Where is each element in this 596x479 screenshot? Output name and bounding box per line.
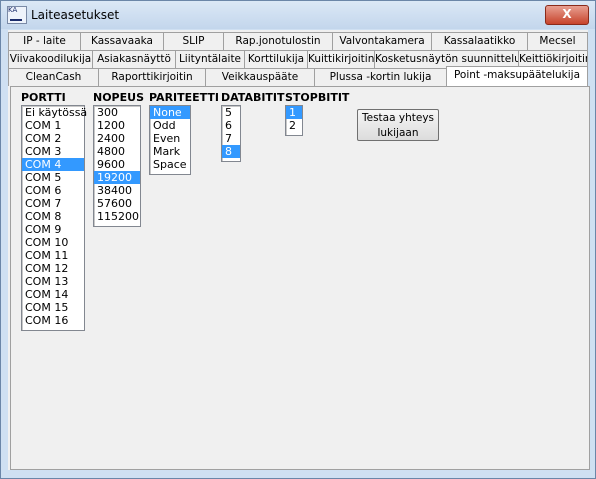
tab-asiakasnaytto[interactable]: Asiakasnäyttö	[92, 50, 176, 68]
list-item[interactable]: COM 5	[22, 171, 84, 184]
list-item[interactable]: 6	[222, 119, 240, 132]
databitit-listbox[interactable]: 5678	[221, 105, 241, 162]
portti-listbox[interactable]: Ei käytössä COM 1 COM 2 COM 3 COM 4 COM 5 COM …	[21, 105, 87, 331]
list-item[interactable]: 1200	[94, 119, 140, 132]
list-item[interactable]: COM 13	[22, 275, 84, 288]
title-bar[interactable]: KA Laiteasetukset X	[1, 1, 595, 29]
tab-slip[interactable]: SLIP	[163, 32, 224, 50]
list-item[interactable]: Odd	[150, 119, 190, 132]
list-item[interactable]: 2400	[94, 132, 140, 145]
list-item[interactable]: Mark	[150, 145, 190, 158]
app-icon: KA	[7, 6, 27, 24]
list-item[interactable]: None	[150, 106, 190, 119]
window-title: Laiteasetukset	[31, 8, 120, 22]
list-item[interactable]: COM 6	[22, 184, 84, 197]
tab-valvontakamera[interactable]: Valvontakamera	[332, 32, 432, 50]
list-item[interactable]: 38400	[94, 184, 140, 197]
pariteetti-listbox[interactable]: None Odd Even Mark Space	[149, 105, 191, 175]
tab-veikkauspaate[interactable]: Veikkauspääte	[205, 68, 315, 86]
list-item[interactable]: 57600	[94, 197, 140, 210]
settings-window: KA Laiteasetukset X IP - laite Kassavaak…	[0, 0, 596, 479]
stopbitit-listbox[interactable]: 12	[285, 105, 303, 136]
test-button-line2: lukijaan	[377, 127, 419, 139]
tab-plussa-kortin-lukija[interactable]: Plussa -kortin lukija	[314, 68, 447, 86]
list-item[interactable]: 8	[222, 145, 240, 158]
list-item[interactable]: COM 12	[22, 262, 84, 275]
list-item[interactable]: COM 15	[22, 301, 84, 314]
app-icon-text: KA	[8, 6, 18, 14]
tab-ip-laite[interactable]: IP - laite	[8, 32, 81, 50]
tab-kuittikirjoitin[interactable]: Kuittikirjoitin	[307, 50, 375, 68]
list-item[interactable]: COM 16	[22, 314, 84, 327]
list-item[interactable]: 19200	[94, 171, 140, 184]
tab-cleancash[interactable]: CleanCash	[8, 68, 99, 86]
client-area: IP - laite Kassavaaka SLIP Rap.jonotulos…	[8, 30, 590, 470]
databitit-title: DATABITIT	[221, 91, 285, 104]
test-button-line1: Testaa yhteys	[361, 112, 434, 124]
list-item[interactable]: COM 2	[22, 132, 84, 145]
close-button[interactable]: X	[545, 5, 589, 25]
list-item[interactable]: COM 7	[22, 197, 84, 210]
list-item[interactable]: 4800	[94, 145, 140, 158]
list-item[interactable]: 115200	[94, 210, 140, 223]
list-item[interactable]: COM 9	[22, 223, 84, 236]
pariteetti-title: PARITEETTI	[149, 91, 220, 104]
list-item[interactable]: 9600	[94, 158, 140, 171]
list-item[interactable]: 2	[286, 119, 302, 132]
tab-korttilukija[interactable]: Korttilukija	[244, 50, 308, 68]
tab-liityntalaite[interactable]: Liityntälaite	[175, 50, 245, 68]
list-item[interactable]: 7	[222, 132, 240, 145]
list-item[interactable]: COM 10	[22, 236, 84, 249]
list-item[interactable]: COM 14	[22, 288, 84, 301]
nopeus-listbox[interactable]: 300 1200 2400 4800 9600 19200 38400 57600 115200	[93, 105, 141, 227]
stopbitit-title: STOPBITIT	[285, 91, 350, 104]
list-item[interactable]: Space	[150, 158, 190, 171]
list-item[interactable]: COM 3	[22, 145, 84, 158]
app-icon-bar	[10, 19, 22, 21]
tab-point-maksupaatelukija[interactable]: Point -maksupäätelukija	[446, 66, 588, 86]
nopeus-title: NOPEUS	[93, 91, 144, 104]
tab-mecsel[interactable]: Mecsel	[527, 32, 588, 50]
list-item[interactable]: 300	[94, 106, 140, 119]
list-item[interactable]: COM 1	[22, 119, 84, 132]
tab-kassalaatikko[interactable]: Kassalaatikko	[431, 32, 528, 50]
tab-viivakoodilukija[interactable]: Viivakoodilukija	[8, 50, 93, 68]
list-item[interactable]: Ei käytössä	[22, 106, 87, 119]
list-item[interactable]: COM 4	[22, 158, 84, 171]
list-item[interactable]: COM 8	[22, 210, 84, 223]
list-item[interactable]: 5	[222, 106, 240, 119]
tab-raporttikirjoitin[interactable]: Raporttikirjoitin	[98, 68, 206, 86]
tab-rap-jonotulostin[interactable]: Rap.jonotulostin	[223, 32, 333, 50]
list-item[interactable]: Even	[150, 132, 190, 145]
tab-panel: PORTTI Ei käytössä COM 1 COM 2 COM 3 COM 4 CO…	[10, 86, 590, 470]
list-item[interactable]: 1	[286, 106, 302, 119]
test-connection-button[interactable]: Testaa yhteys lukijaan	[357, 109, 439, 141]
portti-title: PORTTI	[21, 91, 66, 104]
tab-kassavaaka[interactable]: Kassavaaka	[80, 32, 164, 50]
list-item[interactable]: COM 11	[22, 249, 84, 262]
